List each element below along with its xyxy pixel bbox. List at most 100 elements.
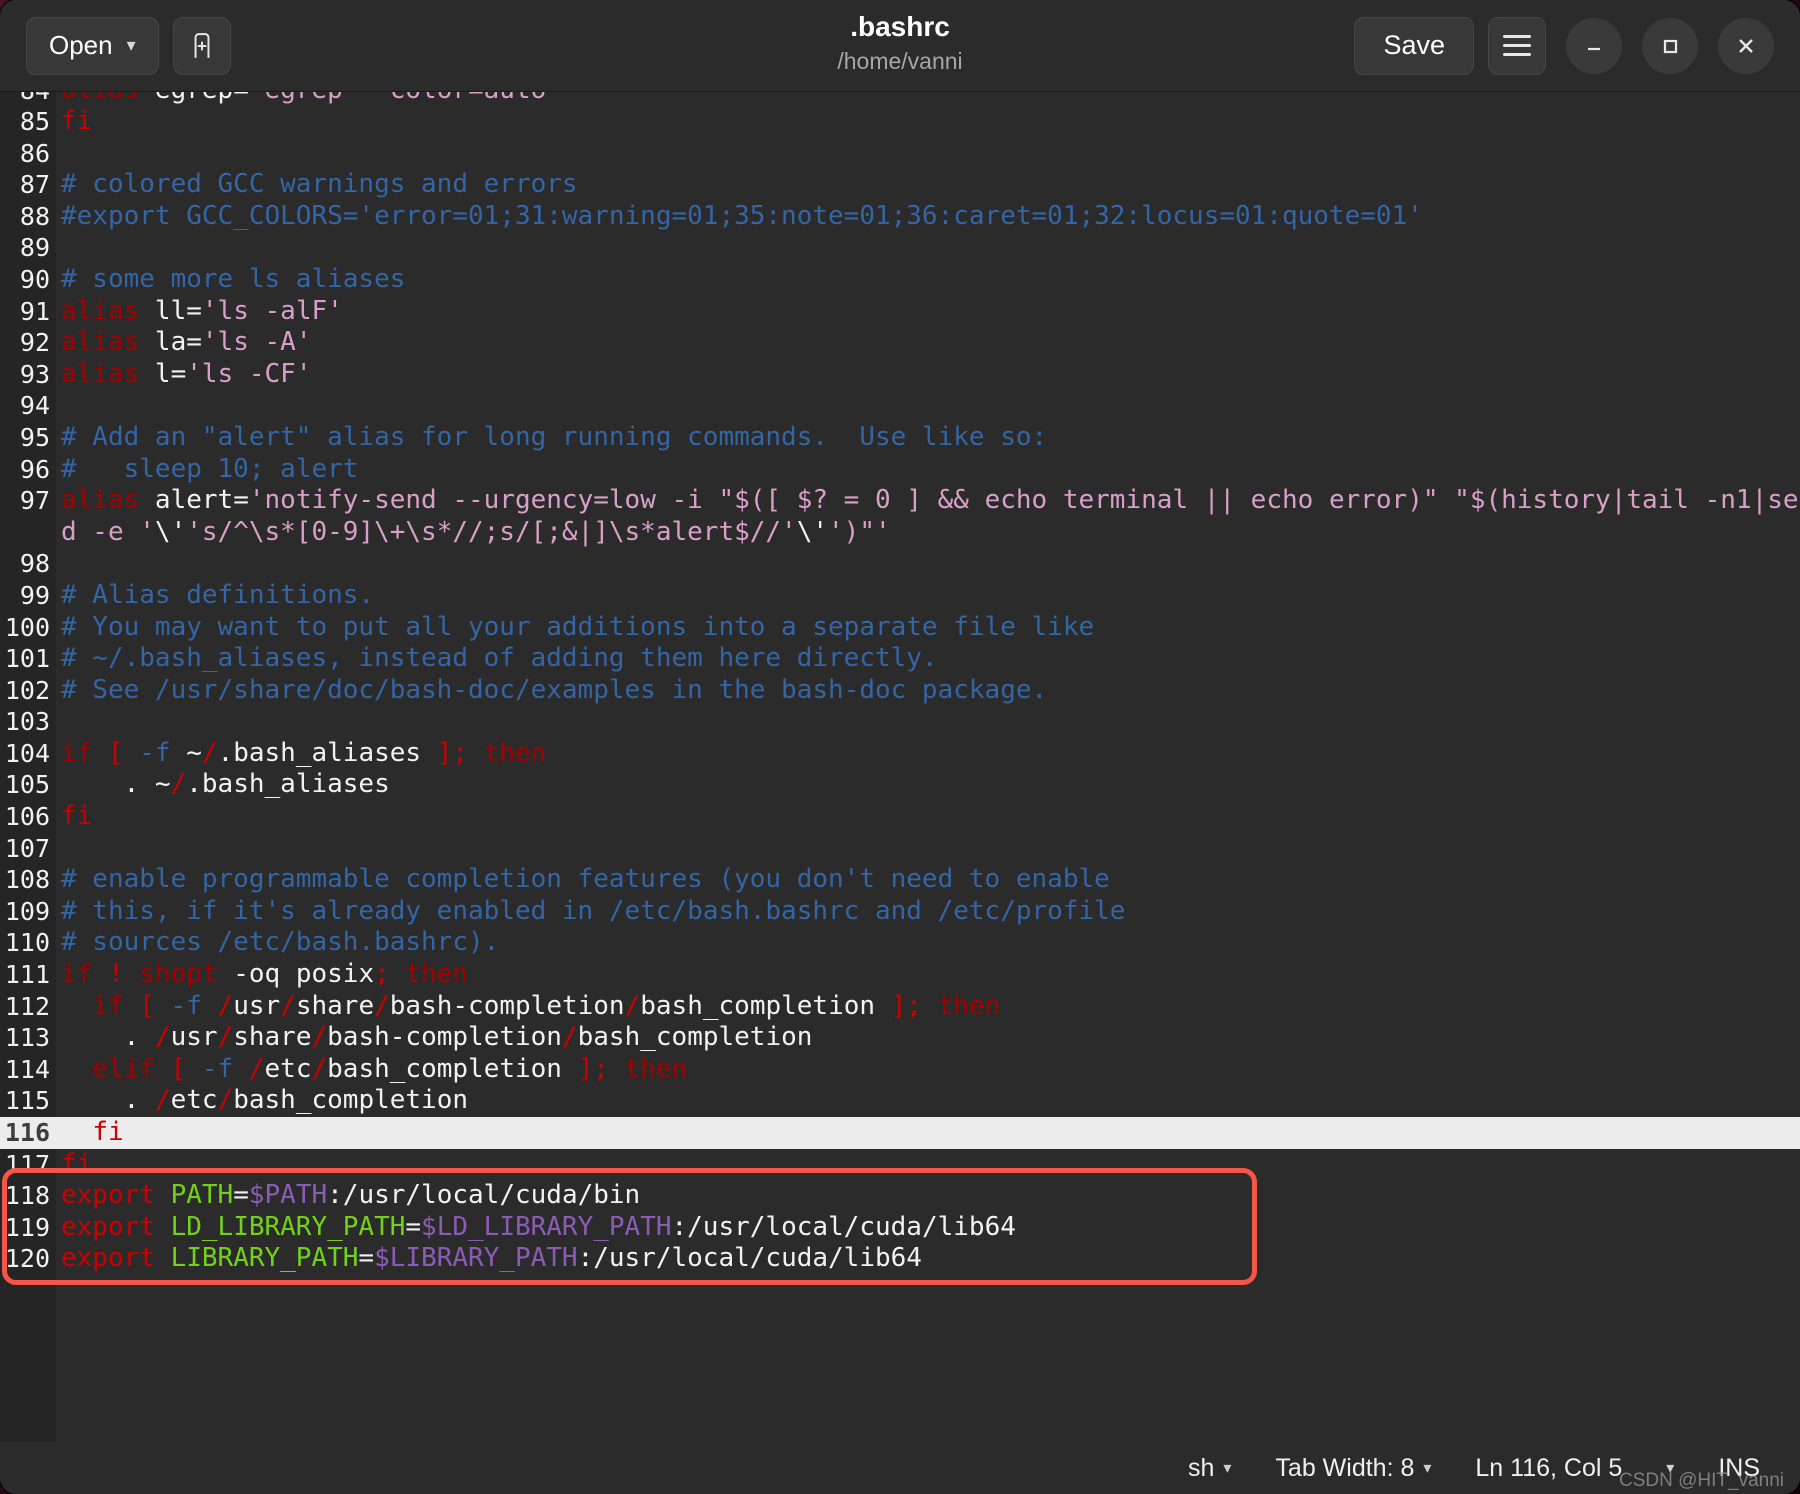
code-token: usr xyxy=(233,990,281,1021)
code-line[interactable]: 112 if [ -f /usr/share/bash-completion/b… xyxy=(0,990,1800,1023)
code-line[interactable]: 119 export LD_LIBRARY_PATH=$LD_LIBRARY_PA… xyxy=(0,1211,1800,1244)
code-token: 'ls -CF' xyxy=(186,358,312,389)
line-number: 102 xyxy=(0,674,56,707)
code-line[interactable]: 109 # this, if it's already enabled in /e… xyxy=(0,895,1800,928)
code-line-text: if [ -f /usr/share/bash-completion/bash_… xyxy=(56,991,1800,1023)
tab-width-label: Tab Width: 8 xyxy=(1275,1453,1415,1482)
code-token: ! xyxy=(107,959,124,990)
code-line[interactable]: 88 #export GCC_COLORS='error=01;31:warnin… xyxy=(0,200,1800,233)
code-line-text: export LIBRARY_PATH=$LIBRARY_PATH:/usr/l… xyxy=(56,1243,1800,1275)
code-line[interactable]: 99 # Alias definitions. xyxy=(0,579,1800,612)
code-line[interactable]: 108 # enable programmable completion feat… xyxy=(0,864,1800,896)
code-line[interactable]: 101 # ~/.bash_aliases, instead of adding … xyxy=(0,643,1800,675)
tab-width-selector[interactable]: Tab Width: 8 ▾ xyxy=(1253,1454,1453,1483)
code-token: :/usr/local/cuda/bin xyxy=(327,1180,641,1211)
language-selector[interactable]: sh ▾ xyxy=(1166,1454,1253,1483)
line-number: 112 xyxy=(0,990,56,1023)
code-line[interactable]: 120 export LIBRARY_PATH=$LIBRARY_PATH:/us… xyxy=(0,1243,1800,1275)
new-document-button[interactable] xyxy=(172,16,231,75)
code-token: -f xyxy=(201,1053,234,1084)
code-line[interactable]: 96 # sleep 10; alert xyxy=(0,453,1800,486)
code-line[interactable]: 90 # some more ls aliases xyxy=(0,263,1800,296)
code-token: / xyxy=(217,1022,234,1053)
code-line[interactable]: 84alias egrep='egrep --color=auto' xyxy=(0,92,1800,106)
code-line[interactable]: 93 alias l='ls -CF' xyxy=(0,358,1800,391)
code-token: ll= xyxy=(139,295,202,326)
code-token: bash_completion xyxy=(640,990,891,1021)
code-token: etc xyxy=(264,1053,312,1084)
line-number: 97 xyxy=(0,485,56,517)
code-token: -f xyxy=(170,990,202,1021)
code-token: / xyxy=(248,1053,265,1084)
code-line[interactable]: 113 . /usr/share/bash-completion/bash_co… xyxy=(0,1022,1800,1054)
code-line[interactable]: 110 # sources /etc/bash.bashrc). xyxy=(0,927,1800,960)
code-line[interactable]: 103 xyxy=(0,706,1800,738)
code-line[interactable]: 106 fi xyxy=(0,801,1800,833)
line-number: 88 xyxy=(0,200,56,233)
code-line[interactable]: 118 export PATH=$PATH:/usr/local/cuda/bin xyxy=(0,1180,1800,1212)
code-token: # this, if it's already enabled in /etc/… xyxy=(61,895,1126,926)
code-line[interactable]: 100 # You may want to put all your additi… xyxy=(0,611,1800,644)
code-line[interactable]: 115 . /etc/bash_completion xyxy=(0,1085,1800,1117)
cursor-position: Ln 116, Col 5 xyxy=(1453,1454,1644,1483)
code-editor[interactable]: 84alias egrep='egrep --color=auto'85fi86… xyxy=(0,92,1800,1442)
code-token: if xyxy=(61,737,93,768)
code-line[interactable]: 117 fi xyxy=(0,1148,1800,1181)
minimize-button[interactable] xyxy=(1566,17,1622,74)
maximize-button[interactable] xyxy=(1642,17,1698,74)
code-line-text: # sleep 10; alert xyxy=(56,454,1800,486)
cursor-position-label: Ln 116, Col 5 xyxy=(1475,1453,1623,1482)
code-token: ]; xyxy=(890,990,923,1021)
code-line[interactable]: 114 elif [ -f /etc/bash_completion ]; th… xyxy=(0,1053,1800,1086)
code-line[interactable]: 102 # See /usr/share/doc/bash-doc/example… xyxy=(0,674,1800,707)
code-line[interactable]: 86 xyxy=(0,137,1800,170)
code-line-text: export PATH=$PATH:/usr/local/cuda/bin xyxy=(56,1180,1800,1212)
code-token: etc xyxy=(170,1085,218,1116)
code-line[interactable]: 92 alias la='ls -A' xyxy=(0,327,1800,359)
line-number: 96 xyxy=(0,453,56,486)
overflow-menu-button[interactable]: ▾ xyxy=(1644,1458,1696,1478)
minimize-icon xyxy=(1583,35,1605,57)
open-file-button[interactable]: Open ▾ xyxy=(26,16,159,75)
code-line[interactable]: 97 alias alert='notify-send --urgency=low… xyxy=(0,485,1800,548)
code-token: / xyxy=(280,990,296,1021)
code-line-text: alias alert='notify-send --urgency=low -… xyxy=(56,485,1800,548)
code-line-text: if [ -f ~/.bash_aliases ]; then xyxy=(56,738,1800,770)
code-line[interactable]: 91 alias ll='ls -alF' xyxy=(0,295,1800,328)
close-button[interactable] xyxy=(1718,17,1774,74)
code-line-text: # Alias definitions. xyxy=(56,580,1800,612)
text-editor-window: Open ▾ .bashrc /home/vanni Save 85 fi 86… xyxy=(0,0,1800,1494)
code-token: fi xyxy=(61,1148,93,1179)
save-button[interactable]: Save xyxy=(1354,16,1474,75)
code-token: fi xyxy=(61,801,93,832)
line-number: 118 xyxy=(0,1180,56,1212)
code-line[interactable]: 89 xyxy=(0,232,1800,264)
code-line[interactable]: 85 fi xyxy=(0,106,1800,138)
code-token: l= xyxy=(139,358,187,389)
code-line[interactable]: 87 # colored GCC warnings and errors xyxy=(0,169,1800,201)
code-content[interactable]: 84alias egrep='egrep --color=auto'85fi86… xyxy=(0,92,1800,1275)
code-line[interactable]: 107 xyxy=(0,832,1800,865)
code-line[interactable]: 98 xyxy=(0,548,1800,580)
code-token: \' xyxy=(154,516,187,547)
line-number: 85 xyxy=(0,106,56,138)
code-line[interactable]: 95 # Add an "alert" alias for long runnin… xyxy=(0,421,1800,454)
code-line[interactable]: 104 if [ -f ~/.bash_aliases ]; then xyxy=(0,737,1800,770)
code-line[interactable]: 94 xyxy=(0,390,1800,422)
line-number: 115 xyxy=(0,1085,56,1117)
code-line[interactable]: 111 if ! shopt -oq posix; then xyxy=(0,959,1800,991)
status-bar: sh ▾ Tab Width: 8 ▾ Ln 116, Col 5 ▾ INS … xyxy=(0,1442,1800,1494)
main-menu-button[interactable] xyxy=(1488,16,1546,75)
code-line[interactable]: 105 . ~/.bash_aliases xyxy=(0,769,1800,802)
code-token: # Alias definitions. xyxy=(61,579,375,610)
line-number: 116 xyxy=(0,1117,56,1149)
code-line[interactable]: 116 fi xyxy=(0,1117,1800,1149)
code-token: alias xyxy=(61,358,140,389)
code-line-text: # some more ls aliases xyxy=(56,264,1800,296)
code-token: export xyxy=(61,1180,155,1211)
